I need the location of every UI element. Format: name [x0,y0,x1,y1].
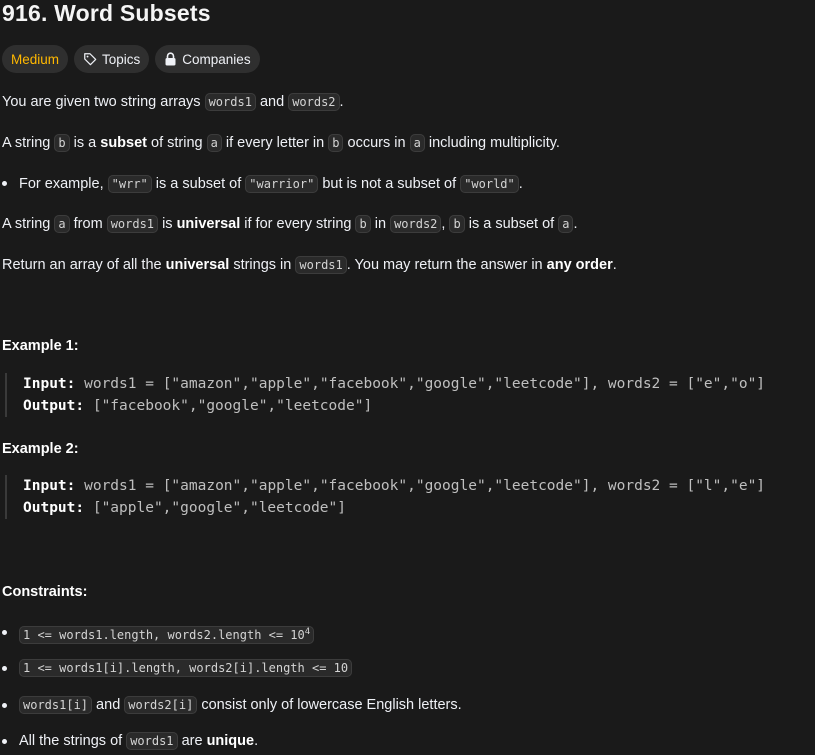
code-a: a [558,215,574,233]
tag-row: Medium Topics Companies [2,45,260,73]
code-words1: words1 [295,256,347,274]
description-paragraph-1: You are given two string arrays words1 a… [2,93,344,111]
bullet-dot [2,666,7,671]
code-words1-i: words1[i] [19,696,93,714]
bullet-dot [2,703,7,708]
code-words2: words2 [288,93,340,111]
description-paragraph-2: A string b is a subset of string a if ev… [2,134,560,152]
example-1-block: Input: words1 = ["amazon","apple","faceb… [5,373,813,417]
code-world: "world" [460,175,519,193]
example-2-input: Input: words1 = ["amazon","apple","faceb… [23,478,766,494]
example-1-input: Input: words1 = ["amazon","apple","faceb… [23,376,766,392]
example-1-title: Example 1: [2,338,79,354]
example-2-title: Example 2: [2,441,79,457]
example-bullet: For example, "wrr" is a subset of "warri… [19,175,523,193]
lock-icon [164,52,177,66]
code-b: b [54,134,70,152]
code-warrior: "warrior" [245,175,319,193]
companies-button[interactable]: Companies [155,45,260,73]
bullet-dot [2,181,7,186]
topics-button[interactable]: Topics [74,45,150,73]
code-words2: words2 [390,215,442,233]
constraints-title: Constraints: [2,584,88,600]
code-words1: words1 [126,732,178,750]
code-words1: words1 [204,93,256,111]
description-paragraph-3: A string a from words1 is universal if f… [2,215,578,233]
code-words2-i: words2[i] [124,696,198,714]
bold-universal: universal [165,257,230,273]
problem-title: 916. Word Subsets [2,0,211,26]
topics-label: Topics [102,51,141,67]
bold-any-order: any order [546,257,613,273]
bullet-dot [2,739,7,744]
code-a: a [54,215,70,233]
code-b: b [328,134,344,152]
code-b: b [449,215,465,233]
example-2-output: Output: ["apple","google","leetcode"] [23,500,347,516]
description-paragraph-4: Return an array of all the universal str… [2,256,617,274]
constraint-3: words1[i] and words2[i] consist only of … [19,694,462,716]
code-wrr: "wrr" [107,175,152,193]
bold-unique: unique [206,733,255,749]
constraint-1-code: 1 <= words1.length, words2.length <= 104 [19,626,315,644]
constraint-2-code: 1 <= words1[i].length, words2[i].length … [19,659,353,677]
companies-label: Companies [182,51,251,67]
constraint-4: All the strings of words1 are unique. [19,732,259,750]
constraint-1: 1 <= words1.length, words2.length <= 104 [19,621,315,646]
example-2-block: Input: words1 = ["amazon","apple","faceb… [5,475,813,519]
bold-universal: universal [176,216,241,232]
code-a: a [409,134,425,152]
bold-subset: subset [100,135,147,151]
tag-icon [83,52,97,66]
example-1-output: Output: ["facebook","google","leetcode"] [23,398,373,414]
code-a: a [206,134,222,152]
difficulty-badge[interactable]: Medium [2,45,69,73]
code-words1: words1 [106,215,159,233]
code-b: b [355,215,371,233]
constraint-2: 1 <= words1[i].length, words2[i].length … [19,657,353,679]
bullet-dot [2,630,7,635]
